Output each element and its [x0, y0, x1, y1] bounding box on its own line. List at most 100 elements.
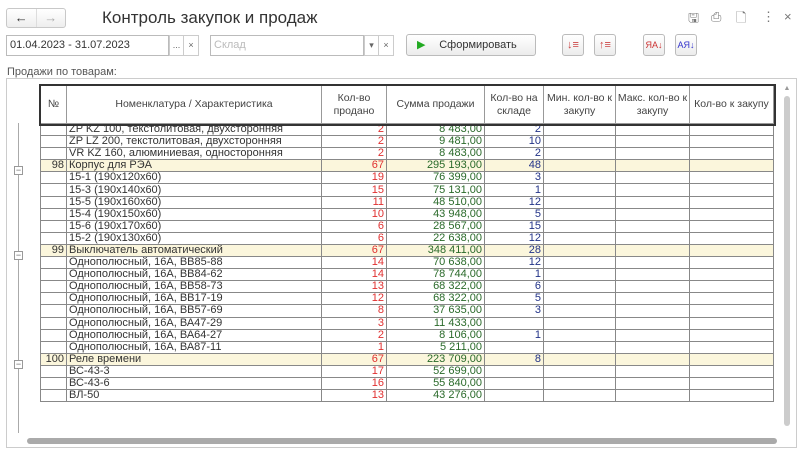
- item-name: VR KZ 160, алюминиевая, односторонняя: [66, 147, 322, 161]
- table-row[interactable]: Однополюсный, 16А, ВВ57-69 8 37 635,00 3: [40, 304, 774, 318]
- collapse-icon[interactable]: −: [14, 359, 23, 369]
- stock-qty: 10: [484, 135, 544, 149]
- table-row[interactable]: Однополюсный, 16А, ВА64-27 2 8 106,00 1: [40, 328, 774, 342]
- sales-sum: 70 638,00: [386, 256, 485, 270]
- qty-sold: 2: [321, 135, 387, 149]
- table-row[interactable]: Однополюсный, 16А, ВА87-11 1 5 211,00: [40, 340, 774, 354]
- sales-sum: 5 211,00: [386, 340, 485, 354]
- purchase-qty: [689, 122, 774, 137]
- stock-qty: 2: [484, 147, 544, 161]
- table-row[interactable]: ZP LZ 200, текстолитовая, двухсторонняя 2…: [40, 135, 774, 149]
- qty-sold: 2: [321, 147, 387, 161]
- qty-sold: 13: [321, 280, 387, 294]
- column-header[interactable]: Макс. кол-во к закупу: [615, 85, 690, 124]
- min-purchase: [543, 352, 616, 366]
- stock-qty: 3: [484, 304, 544, 318]
- item-name: Выключатель автоматический: [66, 243, 322, 258]
- table-row[interactable]: ВЛ-50 13 43 276,00: [40, 389, 774, 403]
- table-row[interactable]: VR KZ 160, алюминиевая, односторонняя 2 8 …: [40, 147, 774, 161]
- qty-sold: 14: [321, 268, 387, 282]
- group-row[interactable]: 100 Реле времени 67 223 709,00 8: [40, 352, 774, 366]
- qty-sold: 67: [321, 352, 387, 366]
- table-row[interactable]: 15-5 (190x160x60) 11 48 510,00 12: [40, 195, 774, 209]
- table-row[interactable]: 15-6 (190x170x60) 6 28 567,00 15: [40, 219, 774, 233]
- max-purchase: [615, 207, 690, 221]
- sort-az-button[interactable]: ЯА↓: [643, 34, 665, 56]
- purchase-qty: [689, 207, 774, 221]
- table-row[interactable]: 15-4 (190x150x60) 10 43 948,00 5: [40, 207, 774, 221]
- column-header[interactable]: Сумма продажи: [386, 85, 485, 124]
- table-row[interactable]: ВС-43-6 16 55 840,00: [40, 376, 774, 391]
- table-row[interactable]: 15-3 (190x140x60) 15 75 131,00 1: [40, 183, 774, 197]
- stock-qty: [484, 389, 544, 403]
- item-name: ZP LZ 200, текстолитовая, двухсторонняя: [66, 135, 322, 149]
- table-row[interactable]: ВС-43-3 17 52 699,00: [40, 364, 774, 378]
- row-number: [40, 171, 67, 185]
- sort-za-button[interactable]: АЯ↓: [675, 34, 697, 56]
- sales-sum: 68 322,00: [386, 292, 485, 306]
- sort-desc-button[interactable]: ↓≡: [562, 34, 584, 56]
- collapse-icon[interactable]: −: [14, 251, 23, 260]
- scroll-thumb[interactable]: [784, 96, 790, 426]
- qty-sold: 17: [321, 364, 387, 378]
- group-row[interactable]: 99 Выключатель автоматический 67 348 411,00…: [40, 243, 774, 258]
- table-row[interactable]: Однополюсный, 16А, ВВ58-73 13 68 322,00 6: [40, 280, 774, 294]
- stock-qty: 8: [484, 352, 544, 366]
- collapse-icon[interactable]: −: [14, 166, 23, 176]
- print-icon[interactable]: ⎙: [711, 9, 721, 25]
- column-header[interactable]: №: [40, 85, 67, 124]
- sales-sum: 68 322,00: [386, 280, 485, 294]
- preview-icon[interactable]: 🗋: [736, 9, 746, 31]
- table-row[interactable]: Однополюсный, 16А, ВВ84-62 14 78 744,00 1: [40, 268, 774, 282]
- warehouse-clear-button[interactable]: ×: [379, 35, 394, 56]
- period-input[interactable]: 01.04.2023 - 31.07.2023: [6, 35, 169, 56]
- min-purchase: [543, 207, 616, 221]
- column-header[interactable]: Кол-во к закупу: [689, 85, 774, 124]
- warehouse-dropdown-button[interactable]: ▾: [364, 35, 379, 56]
- period-select-button[interactable]: ...: [169, 35, 184, 56]
- table-row[interactable]: Однополюсный, 16А, ВА47-29 3 11 433,00: [40, 316, 774, 330]
- save-icon[interactable]: 🖫: [688, 9, 699, 31]
- sales-sum: 48 510,00: [386, 195, 485, 209]
- forward-button[interactable]: →: [35, 9, 66, 27]
- back-button[interactable]: ←: [7, 9, 36, 27]
- max-purchase: [615, 389, 690, 403]
- column-header[interactable]: Номенклатура / Характеристика: [66, 85, 322, 124]
- nav-buttons: ← →: [6, 8, 66, 28]
- stock-qty: 28: [484, 243, 544, 258]
- min-purchase: [543, 268, 616, 282]
- close-icon[interactable]: ×: [784, 9, 792, 24]
- qty-sold: 6: [321, 219, 387, 233]
- table-row[interactable]: Однополюсный, 16А, ВВ85-88 14 70 638,00 12: [40, 256, 774, 270]
- group-row[interactable]: 98 Корпус для РЭА 67 295 193,00 48: [40, 159, 774, 173]
- warehouse-input[interactable]: Склад: [210, 35, 364, 56]
- sales-sum: 348 411,00: [386, 243, 485, 258]
- table-row[interactable]: ZP KZ 100, текстолитовая, двухсторонняя 2…: [40, 122, 774, 137]
- table-row[interactable]: 15-2 (190x130x60) 6 22 638,00 12: [40, 231, 774, 245]
- sort-asc-button[interactable]: ↑≡: [594, 34, 616, 56]
- generate-button[interactable]: ▶ Сформировать: [406, 34, 536, 56]
- qty-sold: 3: [321, 316, 387, 330]
- horizontal-scrollbar[interactable]: [27, 438, 777, 444]
- sales-sum: 43 276,00: [386, 389, 485, 403]
- more-icon[interactable]: ⋮: [762, 9, 775, 25]
- scroll-up-icon[interactable]: ▲: [782, 85, 792, 92]
- row-number: [40, 304, 67, 318]
- table-row[interactable]: 15-1 (190x120x60) 19 76 399,00 3: [40, 171, 774, 185]
- vertical-scrollbar[interactable]: ▲: [782, 85, 792, 435]
- period-clear-button[interactable]: ×: [184, 35, 199, 56]
- row-number: [40, 292, 67, 306]
- max-purchase: [615, 183, 690, 197]
- max-purchase: [615, 340, 690, 354]
- min-purchase: [543, 280, 616, 294]
- item-name: 15-1 (190x120x60): [66, 171, 322, 185]
- row-number: 100: [40, 352, 67, 366]
- column-header[interactable]: Мин. кол-во к закупу: [543, 85, 616, 124]
- min-purchase: [543, 340, 616, 354]
- item-name: Однополюсный, 16А, ВВ17-19: [66, 292, 322, 306]
- column-header[interactable]: Кол-во на складе: [484, 85, 544, 124]
- sales-sum: 78 744,00: [386, 268, 485, 282]
- sales-sum: 55 840,00: [386, 376, 485, 391]
- column-header[interactable]: Кол-во продано: [321, 85, 387, 124]
- table-row[interactable]: Однополюсный, 16А, ВВ17-19 12 68 322,00 5: [40, 292, 774, 306]
